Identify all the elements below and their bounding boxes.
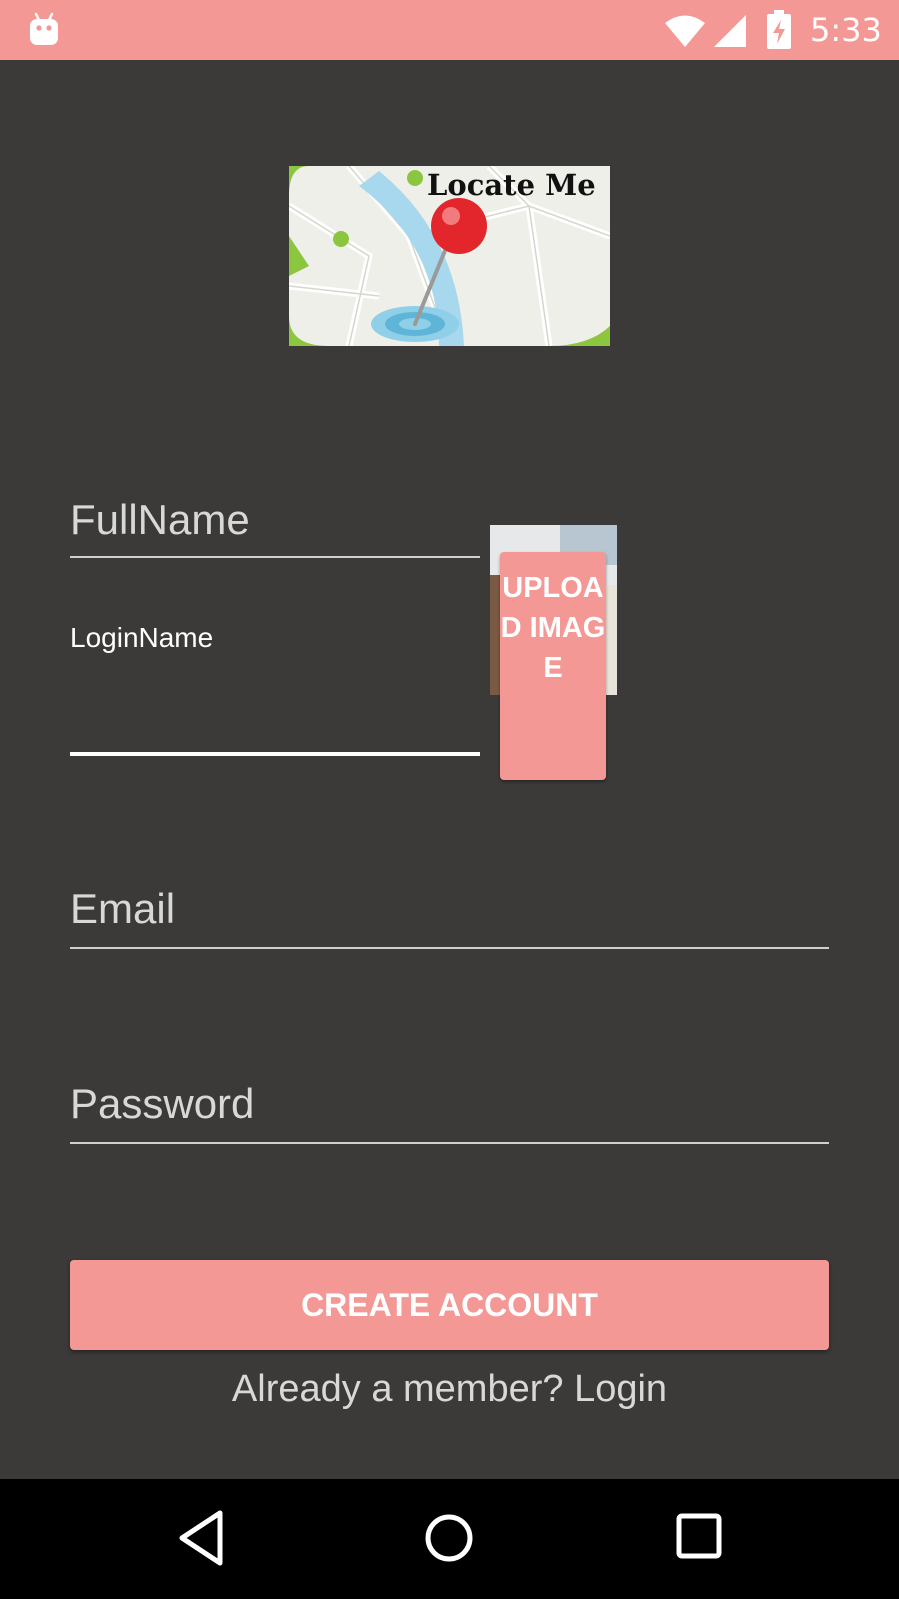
recent-apps-icon[interactable] xyxy=(676,1513,722,1559)
logo-title: Locate Me xyxy=(427,168,596,202)
login-link[interactable]: Already a member? Login xyxy=(0,1368,899,1411)
fullname-field[interactable]: FullName xyxy=(70,490,480,560)
email-underline xyxy=(70,947,829,949)
create-account-button[interactable]: CREATE ACCOUNT xyxy=(70,1260,829,1350)
app-logo: Locate Me xyxy=(289,166,610,346)
email-placeholder: Email xyxy=(70,885,176,932)
battery-charging-icon xyxy=(767,10,791,49)
upload-image-button[interactable]: UPLOAD IMAGE xyxy=(500,552,606,780)
signup-screen: 5:33 Locate Me FullName LoginName UPLOAD… xyxy=(0,0,899,1599)
password-underline xyxy=(70,1142,829,1144)
password-placeholder: Password xyxy=(70,1080,255,1127)
password-field[interactable]: Password xyxy=(70,1070,829,1145)
loginname-field[interactable]: LoginName xyxy=(70,612,480,757)
email-field[interactable]: Email xyxy=(70,875,829,950)
fullname-placeholder: FullName xyxy=(70,496,250,543)
status-bar: 5:33 xyxy=(0,0,899,60)
signal-icon xyxy=(714,15,746,47)
wifi-icon xyxy=(665,15,705,47)
navigation-bar xyxy=(0,1479,899,1599)
home-icon[interactable] xyxy=(424,1513,474,1563)
status-time: 5:33 xyxy=(810,11,882,49)
back-icon[interactable] xyxy=(176,1509,226,1567)
fullname-underline xyxy=(70,556,480,558)
android-icon xyxy=(30,12,58,45)
loginname-label: LoginName xyxy=(70,622,214,653)
loginname-underline xyxy=(70,752,480,756)
